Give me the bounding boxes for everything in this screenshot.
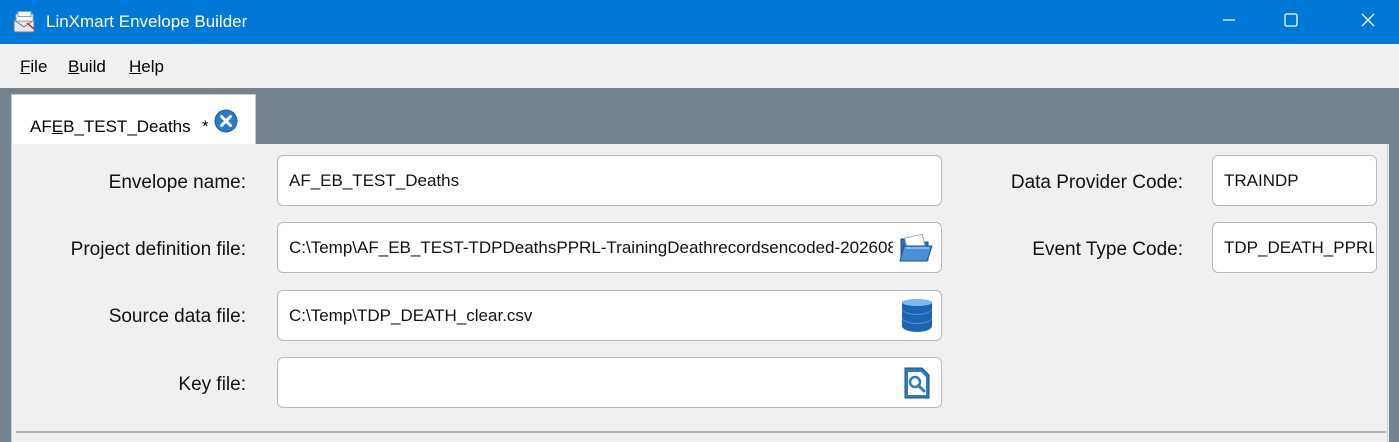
menu-help-accelerator: H: [129, 57, 142, 76]
maximize-icon: [1283, 12, 1299, 33]
envelope-name-label: Envelope name:: [108, 172, 246, 193]
menu-build-accelerator: B: [68, 57, 80, 76]
menu-bar: File Build Help: [0, 44, 1399, 88]
tab-af-eb-test-deaths[interactable]: AFEB_TEST_Deaths *: [11, 94, 256, 146]
data-provider-code-label: Data Provider Code:: [1010, 172, 1183, 193]
data-provider-code-value: TRAINDP: [1224, 171, 1299, 190]
key-file-label: Key file:: [178, 374, 246, 395]
close-circle-icon[interactable]: [214, 109, 238, 133]
menu-file[interactable]: File: [20, 57, 47, 77]
project-definition-file-value: C:\Temp\AF_EB_TEST-TDPDeathsPPRL-Trainin…: [289, 238, 893, 257]
minimize-button[interactable]: [1198, 0, 1260, 44]
open-folder-icon[interactable]: [898, 231, 933, 265]
menu-build-label: uild: [79, 57, 106, 76]
event-type-code-label: Event Type Code:: [1032, 239, 1183, 260]
menu-build[interactable]: Build: [68, 57, 106, 77]
source-data-file-input[interactable]: C:\Temp\TDP_DEATH_clear.csv: [277, 290, 942, 341]
envelope-name-value: AF_EB_TEST_Deaths: [289, 171, 460, 190]
key-search-icon[interactable]: [902, 366, 936, 400]
project-definition-file-input[interactable]: C:\Temp\AF_EB_TEST-TDPDeathsPPRL-Trainin…: [277, 222, 942, 273]
tab-dirty-marker: *: [202, 117, 209, 136]
close-icon: [1360, 12, 1376, 33]
key-file-input[interactable]: [277, 357, 942, 408]
frame-left: [0, 144, 11, 442]
menu-help-label: elp: [141, 57, 164, 76]
close-button[interactable]: [1336, 0, 1399, 44]
title-bar: LinXmart Envelope Builder: [0, 0, 1399, 44]
menu-file-accelerator: F: [20, 57, 31, 76]
event-type-code-input[interactable]: TDP_DEATH_PPRL: [1212, 222, 1377, 273]
event-type-code-value: TDP_DEATH_PPRL: [1224, 238, 1374, 257]
frame-right: [1389, 144, 1399, 442]
envelope-stack-icon: [12, 11, 36, 33]
section-divider: [16, 431, 1386, 433]
minimize-icon: [1222, 13, 1236, 32]
maximize-button[interactable]: [1260, 0, 1322, 44]
menu-help[interactable]: Help: [129, 57, 164, 77]
window-title: LinXmart Envelope Builder: [46, 12, 248, 31]
database-icon[interactable]: [900, 299, 934, 333]
project-definition-file-label: Project definition file:: [70, 239, 246, 260]
data-provider-code-input[interactable]: TRAINDP: [1212, 155, 1377, 206]
menu-file-label: ile: [30, 57, 48, 76]
source-data-file-label: Source data file:: [108, 306, 246, 327]
tab-strip: AFEB_TEST_Deaths *: [0, 88, 1399, 146]
tab-label: AFEB_TEST_Deaths: [30, 117, 191, 136]
envelope-name-input[interactable]: AF_EB_TEST_Deaths: [277, 155, 942, 206]
source-data-file-value: C:\Temp\TDP_DEATH_clear.csv: [289, 306, 533, 325]
